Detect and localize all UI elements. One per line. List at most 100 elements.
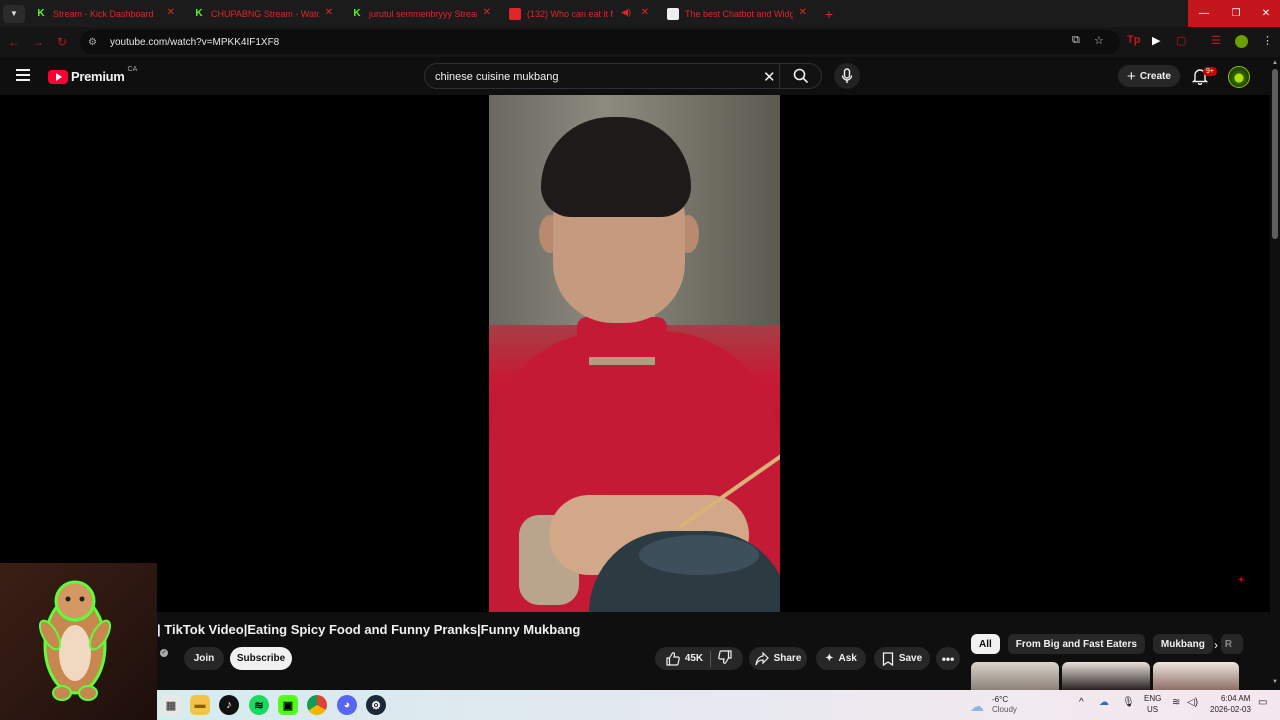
- close-tab-icon[interactable]: ✕: [799, 7, 807, 18]
- share-button[interactable]: Share: [749, 647, 807, 670]
- like-button[interactable]: 45K: [666, 651, 703, 666]
- video-player[interactable]: ✦: [0, 95, 1270, 612]
- browser-tab[interactable]: K CHUPABNG Stream - Watch Li ✕: [183, 0, 341, 27]
- video-pot-lid: [639, 535, 759, 575]
- related-chips: All From Big and Fast Eaters Mukbang R: [971, 634, 1251, 654]
- tray-chevron-up-icon[interactable]: ^: [1079, 697, 1084, 708]
- tab-label: jurutul semmenbryyy Stream - Wa: [369, 8, 477, 19]
- search-icon: [793, 68, 808, 84]
- voice-search-button[interactable]: [834, 63, 860, 89]
- chip-big-fast-eaters[interactable]: From Big and Fast Eaters: [1007, 634, 1145, 654]
- new-tab-button[interactable]: +: [819, 4, 839, 24]
- close-tab-icon[interactable]: ✕: [483, 7, 491, 18]
- weather-widget[interactable]: ☁ -6°C Cloudy: [970, 694, 1030, 718]
- minimize-button[interactable]: —: [1188, 0, 1220, 27]
- search-input[interactable]: chinese cuisine mukbang ✕: [424, 63, 822, 89]
- tiktok-icon[interactable]: ♪: [219, 695, 239, 715]
- spotify-icon[interactable]: ≋: [249, 695, 269, 715]
- site-info-icon[interactable]: ⚙: [88, 37, 102, 48]
- lang-bottom[interactable]: US: [1147, 705, 1158, 714]
- sidebar-icon[interactable]: ☰: [1211, 34, 1221, 47]
- steam-icon[interactable]: ⚙: [366, 695, 386, 715]
- scroll-down-icon[interactable]: ▼: [1272, 679, 1278, 685]
- tab-label: Stream - Kick Dashboard: [53, 8, 154, 19]
- url-bar[interactable]: ⚙ youtube.com/watch?v=MPKK4IF1XF8: [80, 30, 1120, 54]
- youtube-icon: [509, 7, 521, 20]
- chevron-right-icon[interactable]: ›: [1214, 638, 1218, 652]
- scroll-up-icon[interactable]: ▲: [1272, 60, 1278, 66]
- onedrive-icon[interactable]: ☁: [1099, 697, 1109, 708]
- browser-menu-icon[interactable]: ⋮: [1262, 34, 1273, 47]
- clear-search-icon[interactable]: ✕: [763, 68, 776, 86]
- menu-icon[interactable]: [16, 69, 30, 83]
- chip-all[interactable]: All: [971, 634, 1000, 654]
- mic-tray-icon[interactable]: 🎙: [1122, 697, 1135, 708]
- related-video-thumbnail[interactable]: [1153, 662, 1239, 690]
- channel-watermark-icon[interactable]: ✦: [1237, 575, 1263, 591]
- install-icon[interactable]: ⧉: [1072, 34, 1080, 47]
- chip-partial[interactable]: R: [1220, 634, 1243, 654]
- speaker-icon[interactable]: ◀): [621, 7, 631, 18]
- volume-icon[interactable]: ◁): [1187, 697, 1198, 708]
- browser-tab[interactable]: The best Chatbot and Widget ✕: [657, 0, 815, 27]
- extension-icon[interactable]: Tp: [1127, 34, 1140, 46]
- share-icon: [754, 651, 769, 665]
- thumbs-up-icon: [666, 651, 680, 666]
- like-dislike-group: 45K: [655, 647, 743, 670]
- browser-tab[interactable]: K Stream - Kick Dashboard ✕: [25, 0, 183, 27]
- related-video-thumbnail[interactable]: [971, 662, 1059, 690]
- youtube-logo[interactable]: Premium CA: [48, 66, 137, 84]
- kick-icon: K: [37, 8, 45, 19]
- extensions-puzzle-icon[interactable]: ▢: [1176, 34, 1186, 47]
- close-tab-icon[interactable]: ✕: [325, 7, 333, 18]
- discord-icon[interactable]: ◕: [337, 695, 357, 715]
- save-label: Save: [898, 653, 923, 664]
- tab-label: CHUPABNG Stream - Watch Li: [211, 8, 319, 19]
- save-button[interactable]: Save: [874, 647, 930, 670]
- webcam-overlay: [0, 563, 157, 720]
- clock-date[interactable]: 2026-02-03: [1210, 705, 1251, 714]
- clock-time[interactable]: 6:04 AM: [1221, 694, 1250, 703]
- browser-tab-strip: ▼ K Stream - Kick Dashboard ✕ K CHUPABNG…: [0, 0, 1280, 27]
- close-window-button[interactable]: ✕: [1252, 0, 1280, 27]
- profile-avatar[interactable]: [1235, 35, 1248, 48]
- create-button[interactable]: + Create: [1118, 65, 1180, 87]
- like-divider: [710, 650, 712, 667]
- media-play-icon[interactable]: ▶: [1152, 34, 1160, 47]
- close-tab-icon[interactable]: ✕: [641, 7, 649, 18]
- more-actions-button[interactable]: •••: [936, 647, 960, 670]
- forward-icon[interactable]: →: [26, 35, 50, 49]
- browser-tab-active[interactable]: (132) Who can eat it first ◀) ✕: [499, 0, 657, 27]
- scrollbar-thumb[interactable]: [1272, 69, 1278, 239]
- account-avatar[interactable]: [1228, 66, 1250, 88]
- kick-app-icon[interactable]: ▣: [278, 695, 298, 715]
- subscribe-button[interactable]: Subscribe: [230, 647, 292, 670]
- dislike-button[interactable]: [718, 650, 732, 667]
- wifi-icon[interactable]: ≋: [1172, 697, 1180, 708]
- video-person-collar: [577, 317, 667, 357]
- maximize-button[interactable]: ❐: [1220, 0, 1252, 27]
- bookmark-icon: [882, 651, 893, 666]
- youtube-header: Premium CA chinese cuisine mukbang ✕ + C…: [0, 57, 1270, 95]
- notification-center-icon[interactable]: ▭: [1258, 697, 1267, 708]
- sparkle-icon: ✦: [825, 653, 834, 664]
- browser-tab[interactable]: K jurutul semmenbryyy Stream - Wa ✕: [341, 0, 499, 27]
- search-button[interactable]: [779, 64, 821, 88]
- bookmark-star-icon[interactable]: ☆: [1094, 34, 1104, 47]
- join-button[interactable]: Join: [184, 647, 224, 670]
- chip-mukbang[interactable]: Mukbang: [1152, 634, 1213, 654]
- back-icon[interactable]: ←: [2, 35, 26, 49]
- file-explorer-icon[interactable]: ▬: [190, 695, 210, 715]
- close-tab-icon[interactable]: ✕: [167, 7, 175, 18]
- widgets-icon[interactable]: ▦: [161, 695, 181, 715]
- weather-temp: -6°C: [992, 695, 1009, 704]
- screen: ▼ K Stream - Kick Dashboard ✕ K CHUPABNG…: [0, 0, 1280, 720]
- page-scrollbar[interactable]: ▲ ▼: [1270, 57, 1280, 690]
- tab-search-button[interactable]: ▼: [3, 4, 25, 23]
- reload-icon[interactable]: ↻: [50, 35, 74, 49]
- ask-button[interactable]: ✦ Ask: [816, 647, 866, 670]
- chrome-icon[interactable]: [307, 695, 327, 715]
- related-video-thumbnail[interactable]: [1062, 662, 1150, 690]
- video-frame[interactable]: [489, 95, 780, 612]
- lang-top[interactable]: ENG: [1144, 694, 1161, 703]
